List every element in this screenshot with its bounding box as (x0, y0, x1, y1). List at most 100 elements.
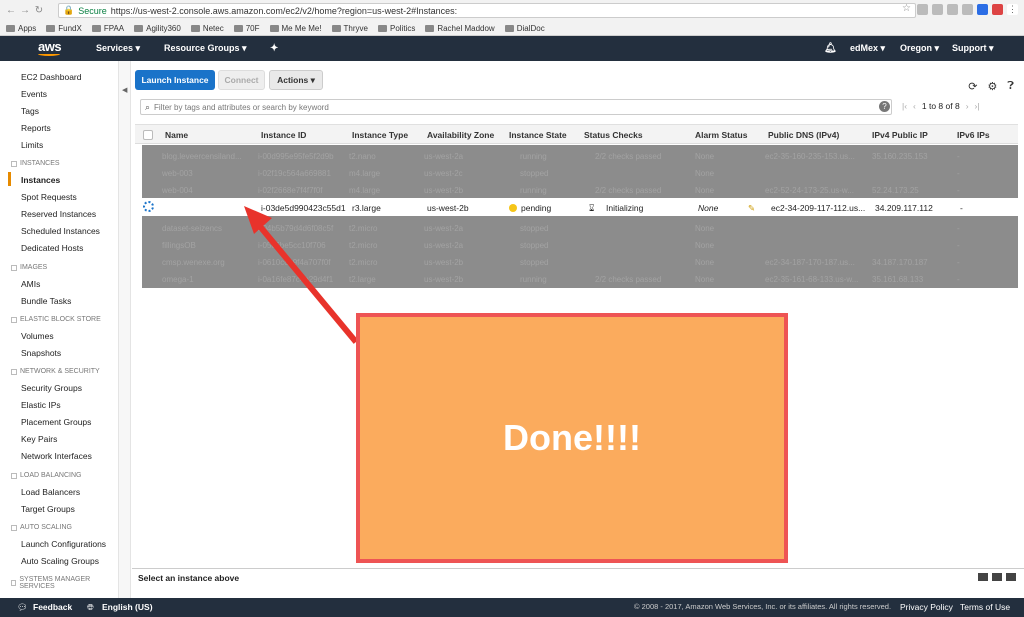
table-row-selected[interactable]: i-03de5d990423c55d1 r3.large us-west-2b … (135, 198, 1018, 216)
sidebar-item-reports[interactable]: Reports (21, 123, 51, 133)
bookmark-item[interactable]: Me Me Me! (269, 24, 322, 33)
sidebar-collapse-handle[interactable]: ◀ (118, 61, 131, 598)
bookmark-item[interactable]: Politics (377, 24, 415, 33)
section-auto-scaling[interactable]: AUTO SCALING (11, 524, 72, 531)
col-public-dns[interactable]: Public DNS (IPv4) (768, 130, 839, 140)
sidebar-item-snapshots[interactable]: Snapshots (21, 348, 61, 358)
col-instance-state[interactable]: Instance State (509, 130, 567, 140)
bookmark-item[interactable]: Apps (6, 24, 36, 33)
user-menu[interactable]: edMex ▾ (850, 43, 885, 54)
gear-icon[interactable]: ⚙ (988, 80, 998, 93)
feedback-link[interactable]: Feedback (33, 602, 72, 612)
sidebar-item-volumes[interactable]: Volumes (21, 331, 54, 341)
sidebar-item-load-balancers[interactable]: Load Balancers (21, 487, 80, 497)
extension-icon[interactable] (977, 4, 988, 15)
bookmark-item[interactable]: 70F (233, 24, 260, 33)
sidebar-item-ec2-dashboard[interactable]: EC2 Dashboard (21, 72, 81, 82)
table-row[interactable]: omega-1 i-0a16fe87c4e29d4f1 t2.large us-wes… (142, 271, 1018, 288)
refresh-icon[interactable]: ⟳ (968, 80, 977, 93)
table-row[interactable]: blog.leveercensiland... i-00d995e95fe5f2d… (142, 148, 1018, 165)
sidebar-item-launch-configurations[interactable]: Launch Configurations (21, 539, 106, 549)
search-input[interactable]: ⌕ Filter by tags and attributes or searc… (140, 99, 892, 115)
layout-bottom-icon[interactable] (978, 573, 988, 581)
forward-icon[interactable]: → (18, 5, 32, 16)
feedback-icon[interactable]: 💬︎ (17, 602, 28, 613)
sidebar-item-network-interfaces[interactable]: Network Interfaces (21, 451, 92, 461)
bookmark-item[interactable]: FundX (46, 24, 82, 33)
back-icon[interactable]: ← (4, 5, 18, 16)
col-availability-zone[interactable]: Availability Zone (427, 130, 494, 140)
extension-icon[interactable] (917, 4, 928, 15)
sidebar-item-placement-groups[interactable]: Placement Groups (21, 417, 91, 427)
last-page-icon[interactable]: ›| (975, 101, 980, 111)
bookmark-item[interactable]: Agility360 (134, 24, 181, 33)
extension-icon[interactable] (962, 4, 973, 15)
sidebar-item-elastic-ips[interactable]: Elastic IPs (21, 400, 61, 410)
bookmark-item[interactable]: Thryve (331, 24, 368, 33)
services-menu[interactable]: Services ▾ (96, 43, 140, 54)
table-row[interactable]: cmsp.wenexe.org i-0610cce9f4a707f0f t2.mic… (142, 254, 1018, 271)
reload-icon[interactable]: ↻ (32, 5, 46, 16)
bell-icon[interactable]: 🔔︎ (824, 43, 837, 54)
alarm-bell-icon[interactable]: ✎ (748, 203, 755, 214)
resource-groups-menu[interactable]: Resource Groups ▾ (164, 43, 247, 54)
section-ebs[interactable]: ELASTIC BLOCK STORE (11, 316, 101, 323)
table-row[interactable]: web-003 i-02f19c564a669881 m4.large us-west… (142, 165, 1018, 182)
sidebar-item-limits[interactable]: Limits (21, 140, 43, 150)
col-status-checks[interactable]: Status Checks (584, 130, 643, 140)
sidebar-item-spot-requests[interactable]: Spot Requests (21, 192, 77, 202)
section-network-security[interactable]: NETWORK & SECURITY (11, 368, 100, 375)
terms-link[interactable]: Terms of Use (960, 602, 1010, 612)
col-ipv4-public-ip[interactable]: IPv4 Public IP (872, 130, 928, 140)
menu-icon[interactable]: ⋮ (1007, 4, 1018, 15)
bookmark-item[interactable]: FPAA (91, 24, 124, 33)
address-bar[interactable]: 🔒 Secure https://us-west-2.console.aws.a… (58, 3, 916, 18)
table-row[interactable]: fillingsOB i-05c6be5cc10f706 t2.micro us-we… (142, 237, 1018, 254)
sidebar-item-tags[interactable]: Tags (21, 106, 39, 116)
aws-logo[interactable]: aws (38, 39, 62, 56)
sidebar-item-dedicated-hosts[interactable]: Dedicated Hosts (21, 243, 83, 253)
sidebar-item-bundle-tasks[interactable]: Bundle Tasks (21, 296, 71, 306)
bookmark-item[interactable]: DialDoc (504, 24, 545, 33)
col-name[interactable]: Name (165, 130, 188, 140)
next-page-icon[interactable]: › (966, 101, 969, 111)
sidebar-item-auto-scaling-groups[interactable]: Auto Scaling Groups (21, 556, 99, 566)
privacy-link[interactable]: Privacy Policy (900, 602, 953, 612)
layout-full-icon[interactable] (1006, 573, 1016, 581)
section-systems-manager[interactable]: SYSTEMS MANAGER SERVICES (11, 576, 111, 590)
star-icon[interactable]: ☆ (902, 3, 911, 14)
extension-icon[interactable] (932, 4, 943, 15)
sidebar-item-events[interactable]: Events (21, 89, 47, 99)
col-ipv6-ips[interactable]: IPv6 IPs (957, 130, 990, 140)
launch-instance-button[interactable]: Launch Instance (135, 70, 215, 90)
table-row[interactable]: web-004 i-02f2668e7f4f7f0f m4.large us-west… (142, 182, 1018, 199)
sidebar-item-key-pairs[interactable]: Key Pairs (21, 434, 57, 444)
sidebar-item-instances[interactable]: Instances (21, 175, 60, 185)
region-menu[interactable]: Oregon ▾ (900, 43, 939, 54)
layout-split-icon[interactable] (992, 573, 1002, 581)
col-alarm-status[interactable]: Alarm Status (695, 130, 747, 140)
col-instance-id[interactable]: Instance ID (261, 130, 306, 140)
sidebar-item-scheduled-instances[interactable]: Scheduled Instances (21, 226, 100, 236)
sidebar-item-security-groups[interactable]: Security Groups (21, 383, 82, 393)
search-help-icon[interactable]: ? (879, 101, 890, 112)
sidebar-item-reserved-instances[interactable]: Reserved Instances (21, 209, 96, 219)
first-page-icon[interactable]: |‹ (902, 101, 907, 111)
select-all-checkbox[interactable] (143, 130, 153, 140)
language-selector[interactable]: English (US) (102, 602, 153, 612)
extension-icon[interactable] (947, 4, 958, 15)
pin-icon[interactable]: ✦ (270, 43, 278, 54)
help-icon[interactable]: ❓︎ (1007, 80, 1014, 93)
actions-button[interactable]: Actions ▾ (269, 70, 323, 90)
section-images[interactable]: IMAGES (11, 264, 47, 271)
table-row[interactable]: dataset-seizencs i-04b5b79d4d6f08c5f t2.mi… (142, 220, 1018, 237)
prev-page-icon[interactable]: ‹ (913, 101, 916, 111)
connect-button[interactable]: Connect (218, 70, 265, 90)
section-load-balancing[interactable]: LOAD BALANCING (11, 472, 81, 479)
extension-icon[interactable] (992, 4, 1003, 15)
bookmark-item[interactable]: Rachel Maddow (425, 24, 495, 33)
sidebar-item-target-groups[interactable]: Target Groups (21, 504, 75, 514)
sidebar-item-amis[interactable]: AMIs (21, 279, 40, 289)
section-instances[interactable]: INSTANCES (11, 160, 60, 167)
support-menu[interactable]: Support ▾ (952, 43, 994, 54)
